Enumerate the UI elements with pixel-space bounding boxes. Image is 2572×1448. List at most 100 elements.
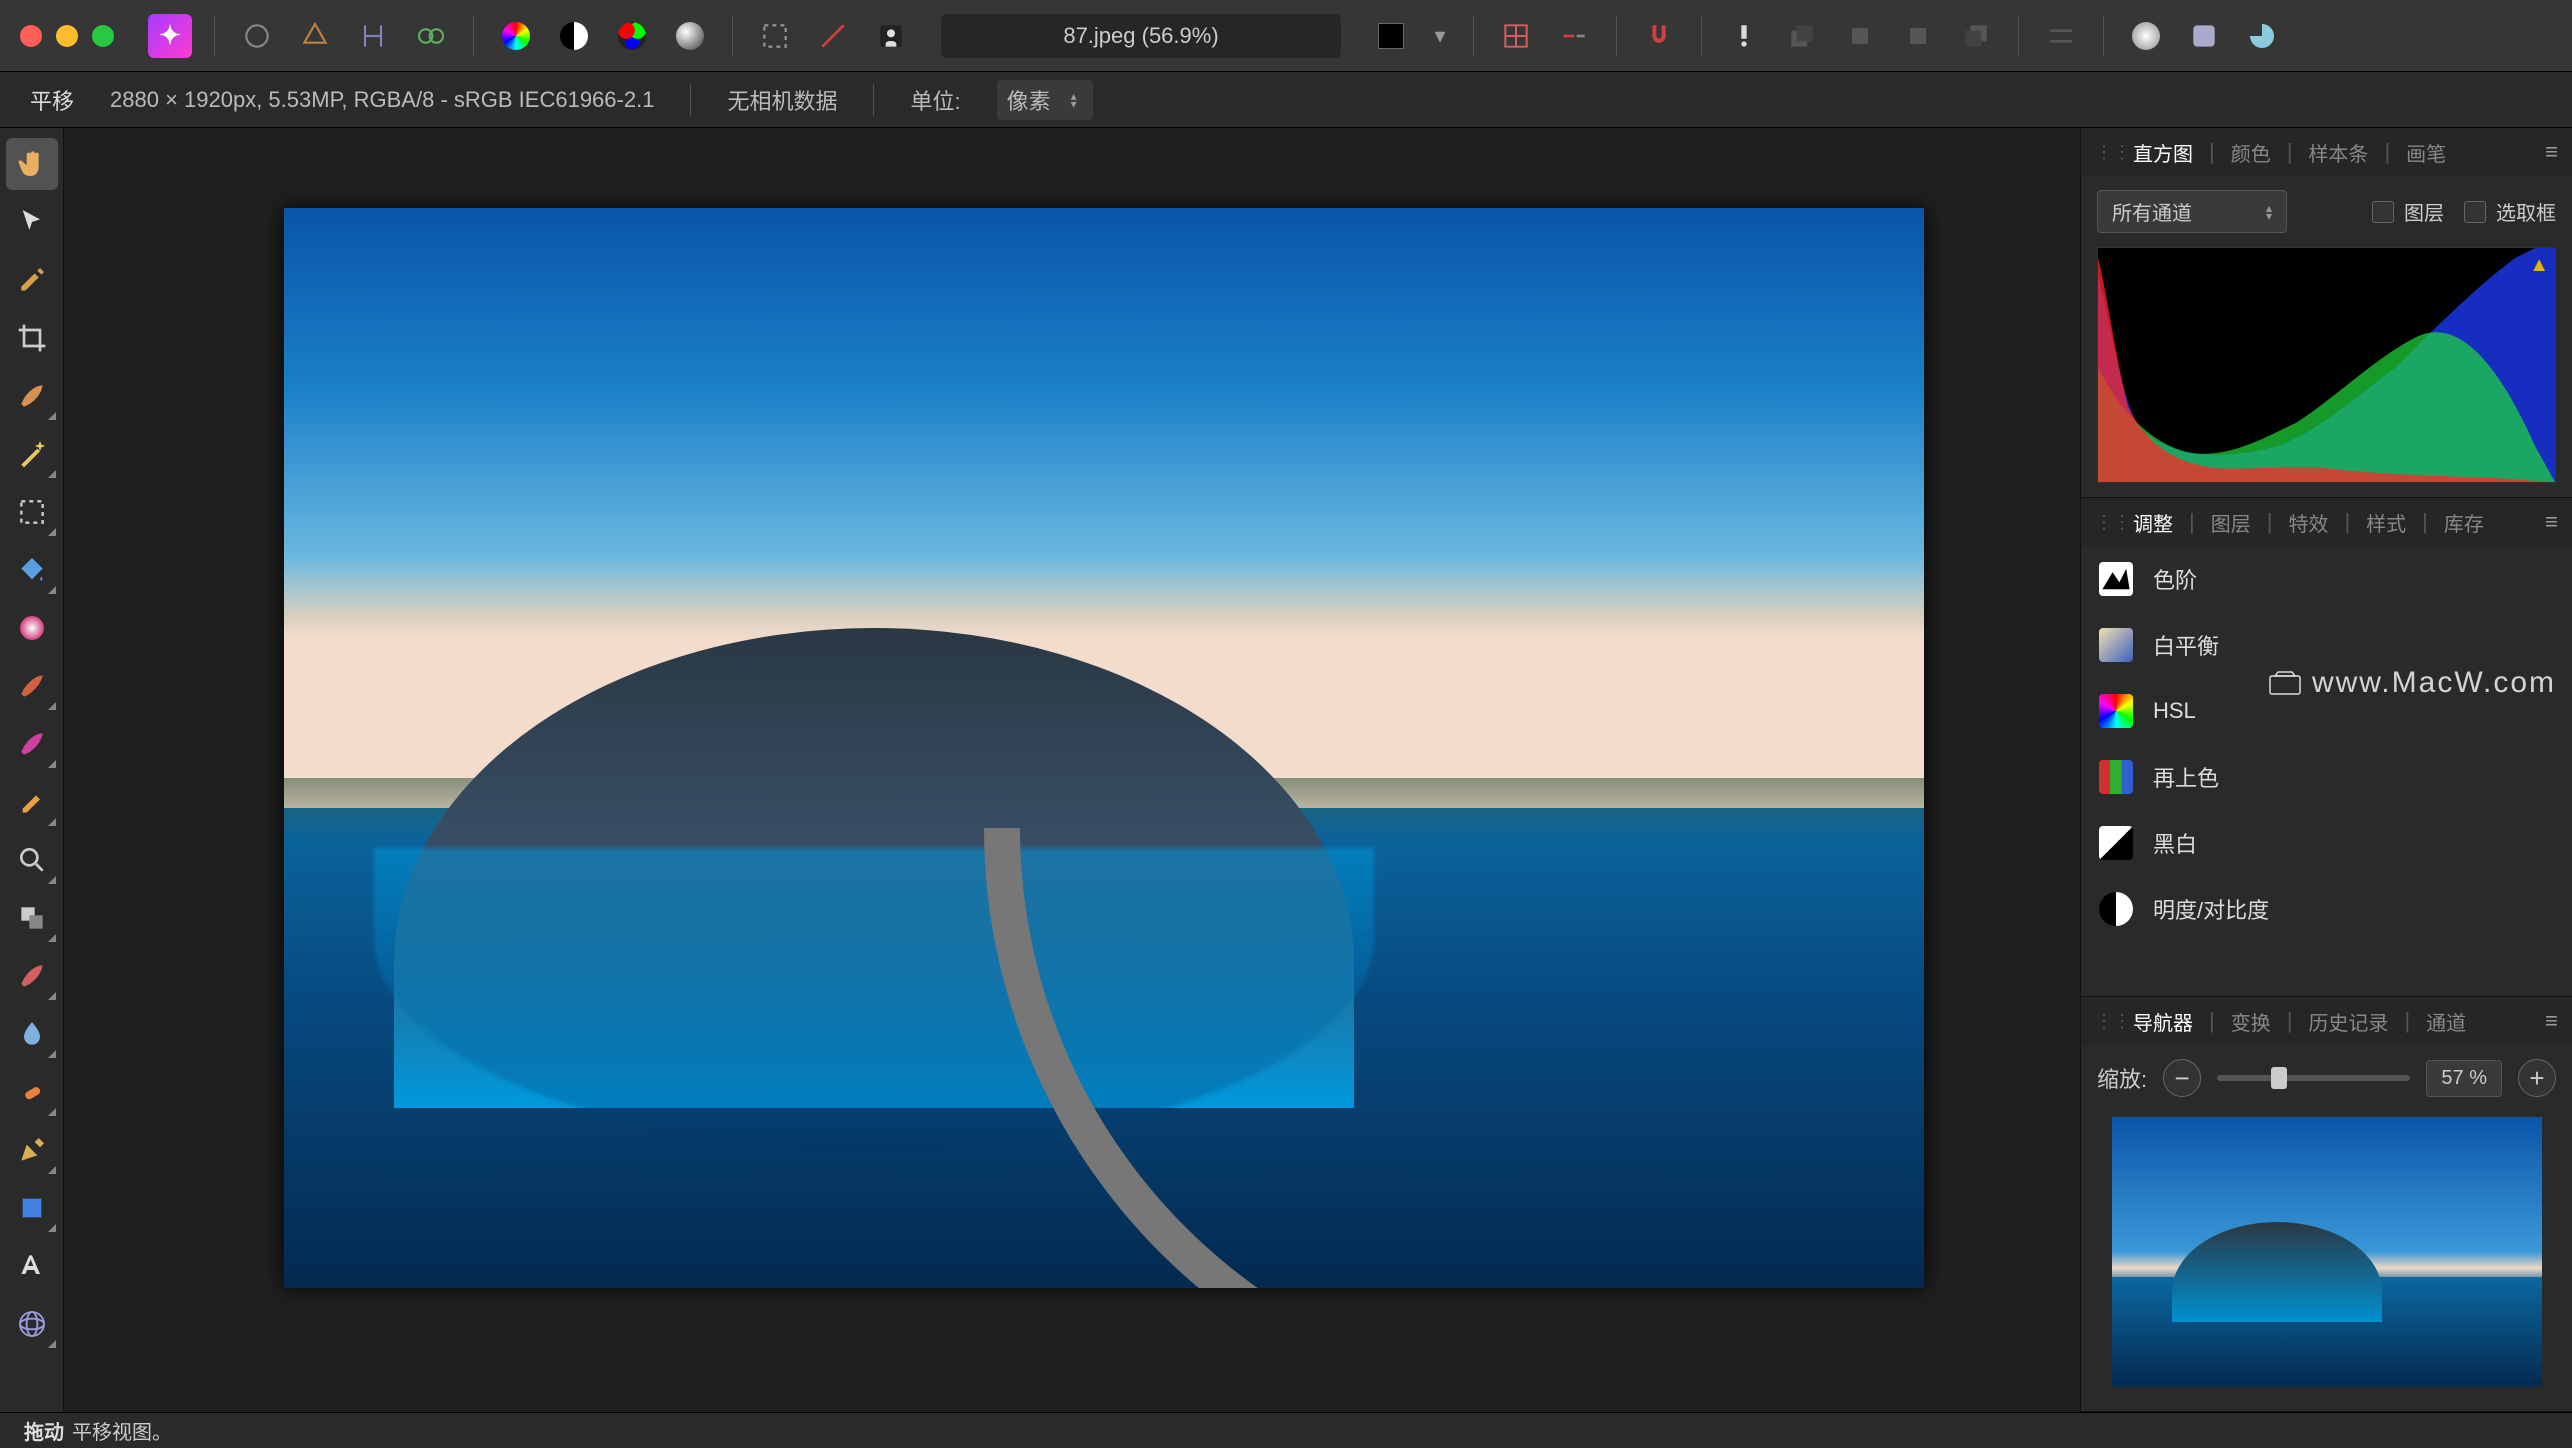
tool-magic-wand[interactable]	[6, 428, 58, 480]
studio-panels: ⋮⋮ 直方图| 颜色| 样本条| 画笔 ≡ 所有通道 ▴▾ 图层 选取框	[2080, 128, 2572, 1412]
status-bar: 拖动 平移视图。	[0, 1412, 2572, 1448]
chevron-updown-icon: ▴▾	[2266, 204, 2272, 220]
adjustment-levels[interactable]: 色阶	[2081, 546, 2572, 612]
tool-crop[interactable]	[6, 312, 58, 364]
quick-mask-icon[interactable]	[871, 16, 911, 56]
tab-histogram[interactable]: 直方图	[2121, 132, 2205, 173]
mask-icon[interactable]	[2184, 16, 2224, 56]
tab-channels[interactable]: 通道	[2414, 1001, 2478, 1042]
zoom-slider[interactable]	[2217, 1075, 2410, 1081]
tool-blur[interactable]	[6, 1008, 58, 1060]
units-dropdown[interactable]: 像素 ▴▾	[997, 80, 1093, 120]
navigator-thumbnail[interactable]	[2112, 1117, 2542, 1387]
document-title[interactable]: 87.jpeg (56.9%)	[941, 14, 1341, 58]
panel-menu-icon[interactable]: ≡	[2545, 509, 2558, 535]
lens-blur-icon[interactable]	[2126, 16, 2166, 56]
units-label: 单位:	[910, 84, 960, 116]
alignment-icon[interactable]	[1554, 16, 1594, 56]
tool-marquee[interactable]	[6, 486, 58, 538]
drag-grip-icon[interactable]: ⋮⋮	[2095, 512, 2109, 533]
tab-effects[interactable]: 特效	[2276, 502, 2340, 543]
tab-stock[interactable]: 库存	[2432, 502, 2496, 543]
persona-photo-icon[interactable]	[237, 16, 277, 56]
arrange-front-icon[interactable]	[1956, 16, 1996, 56]
selection-dashed-icon[interactable]	[755, 16, 795, 56]
adjustment-brightness-contrast[interactable]: 明度/对比度	[2081, 876, 2572, 942]
tool-pixel-brush[interactable]	[6, 718, 58, 770]
grid-toggle-icon[interactable]	[1496, 16, 1536, 56]
document-title-text: 87.jpeg (56.9%)	[1063, 23, 1218, 49]
tool-label: 平移	[30, 84, 74, 116]
document-view[interactable]	[284, 208, 1924, 1288]
tab-layers[interactable]: 图层	[2199, 502, 2263, 543]
warning-icon: ▲	[2529, 254, 2549, 277]
panel-menu-icon[interactable]: ≡	[2545, 1008, 2558, 1034]
panel-menu-icon[interactable]: ≡	[2545, 139, 2558, 165]
tool-pointer[interactable]	[6, 196, 58, 248]
zoom-out-button[interactable]: −	[2163, 1059, 2201, 1097]
rgb-icon[interactable]	[612, 16, 652, 56]
tool-mesh[interactable]	[6, 1298, 58, 1350]
persona-liquify-icon[interactable]	[295, 16, 335, 56]
tool-pen[interactable]	[6, 1124, 58, 1176]
arrange-back-icon[interactable]	[1782, 16, 1822, 56]
tab-styles[interactable]: 样式	[2354, 502, 2418, 543]
zoom-value-field[interactable]: 57 %	[2426, 1060, 2502, 1097]
tool-gradient[interactable]	[6, 602, 58, 654]
align-distribute-icon[interactable]	[2041, 16, 2081, 56]
sphere-icon[interactable]	[670, 16, 710, 56]
tool-select-brush[interactable]	[6, 370, 58, 422]
adjustment-recolor[interactable]: 再上色	[2081, 744, 2572, 810]
persona-tone-icon[interactable]	[411, 16, 451, 56]
chevron-updown-icon: ▴▾	[1071, 92, 1077, 108]
adjustment-hsl[interactable]: HSL	[2081, 678, 2572, 744]
tab-history[interactable]: 历史记录	[2296, 1001, 2400, 1042]
adjustment-white-balance[interactable]: 白平衡	[2081, 612, 2572, 678]
units-value: 像素	[1007, 84, 1051, 116]
drag-grip-icon[interactable]: ⋮⋮	[2095, 1011, 2109, 1032]
channel-dropdown[interactable]: 所有通道 ▴▾	[2097, 190, 2287, 233]
tool-clone[interactable]	[6, 892, 58, 944]
close-window-button[interactable]	[20, 25, 42, 47]
zoom-in-button[interactable]: +	[2518, 1059, 2556, 1097]
minimize-window-button[interactable]	[56, 25, 78, 47]
tab-transform[interactable]: 变换	[2219, 1001, 2283, 1042]
checkbox-selection[interactable]: 选取框	[2464, 197, 2556, 226]
tool-text[interactable]	[6, 1240, 58, 1292]
tool-fill[interactable]	[6, 544, 58, 596]
tool-zoom[interactable]	[6, 834, 58, 886]
canvas[interactable]	[64, 128, 2080, 1412]
tool-heal[interactable]	[6, 950, 58, 1002]
tool-shape[interactable]	[6, 1182, 58, 1234]
pie-icon[interactable]	[2242, 16, 2282, 56]
color-wheel-icon[interactable]	[496, 16, 536, 56]
adjustment-black-white[interactable]: 黑白	[2081, 810, 2572, 876]
maximize-window-button[interactable]	[92, 25, 114, 47]
tool-color-replace[interactable]	[6, 776, 58, 828]
camera-info: 无相机数据	[727, 84, 837, 116]
tool-patch[interactable]	[6, 1066, 58, 1118]
tool-paint-brush[interactable]	[6, 660, 58, 712]
dropdown-arrow-icon[interactable]: ▾	[1429, 16, 1451, 56]
adjustments-panel: ⋮⋮ 调整| 图层| 特效| 样式| 库存 ≡ 色阶白平衡HSL再上色黑白明度/…	[2081, 498, 2572, 997]
zoom-label: 缩放:	[2097, 1062, 2147, 1094]
assistant-icon[interactable]	[1724, 16, 1764, 56]
checkbox-layers[interactable]: 图层	[2372, 197, 2444, 226]
persona-develop-icon[interactable]	[353, 16, 393, 56]
tab-brushes[interactable]: 画笔	[2394, 132, 2458, 173]
arrange-backward-icon[interactable]	[1840, 16, 1880, 56]
tool-eyedropper[interactable]	[6, 254, 58, 306]
drag-grip-icon[interactable]: ⋮⋮	[2095, 142, 2109, 163]
zoom-slider-knob[interactable]	[2271, 1067, 2287, 1089]
diagonal-icon[interactable]	[813, 16, 853, 56]
contrast-icon[interactable]	[554, 16, 594, 56]
channel-dropdown-value: 所有通道	[2112, 197, 2192, 226]
foreground-color-icon[interactable]	[1371, 16, 1411, 56]
snapping-icon[interactable]	[1639, 16, 1679, 56]
tab-navigator[interactable]: 导航器	[2121, 1001, 2205, 1042]
tool-hand[interactable]	[6, 138, 58, 190]
arrange-forward-icon[interactable]	[1898, 16, 1938, 56]
tab-adjustments[interactable]: 调整	[2121, 502, 2185, 543]
tab-color[interactable]: 颜色	[2219, 132, 2283, 173]
tab-swatches[interactable]: 样本条	[2296, 132, 2380, 173]
